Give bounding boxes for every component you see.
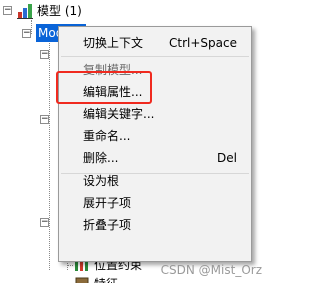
menu-item-label: 展开子项 <box>83 196 132 210</box>
menu-item-edit-keywords[interactable]: 编辑关键字... <box>59 103 251 125</box>
menu-separator <box>61 56 249 57</box>
tree-connector <box>31 20 32 34</box>
models-icon <box>17 3 33 19</box>
menu-item-label: 编辑关键字... <box>83 107 155 121</box>
tree-root-label[interactable]: 模型 (1) <box>37 3 82 20</box>
tree-connector <box>49 40 50 270</box>
menu-item-label: 设为根 <box>83 174 120 188</box>
expand-toggle[interactable]: − <box>40 218 49 227</box>
collapse-toggle[interactable]: − <box>22 29 31 38</box>
context-menu: 切换上下文 Ctrl+Space 复制模型... 编辑属性... 编辑关键字..… <box>58 26 252 262</box>
expand-toggle[interactable]: − <box>40 50 49 59</box>
menu-item-label: 重命名... <box>83 129 131 143</box>
menu-item-label: 删除... <box>83 151 119 165</box>
menu-item-label: 折叠子项 <box>83 218 132 232</box>
collapse-toggle[interactable]: − <box>3 6 12 15</box>
watermark: CSDN @Mist_Orz <box>160 263 262 277</box>
tree-connector <box>67 265 73 266</box>
menu-item-shortcut: Del <box>217 151 237 165</box>
highlight-annotation-box <box>56 71 152 104</box>
menu-item-collapse-children[interactable]: 折叠子项 <box>59 214 251 236</box>
tree-item-feature[interactable]: 特征 <box>94 276 118 283</box>
menu-item-shortcut: Ctrl+Space <box>169 36 237 50</box>
menu-item-expand-children[interactable]: 展开子项 <box>59 192 251 214</box>
feature-icon <box>74 276 90 283</box>
expand-toggle[interactable]: − <box>40 115 49 124</box>
menu-item-rename[interactable]: 重命名... <box>59 125 251 147</box>
menu-item-set-as-root[interactable]: 设为根 <box>59 170 251 192</box>
menu-item-switch-context[interactable]: 切换上下文 Ctrl+Space <box>59 32 251 54</box>
menu-item-delete[interactable]: 删除... Del <box>59 147 251 169</box>
menu-item-label: 切换上下文 <box>83 36 144 50</box>
